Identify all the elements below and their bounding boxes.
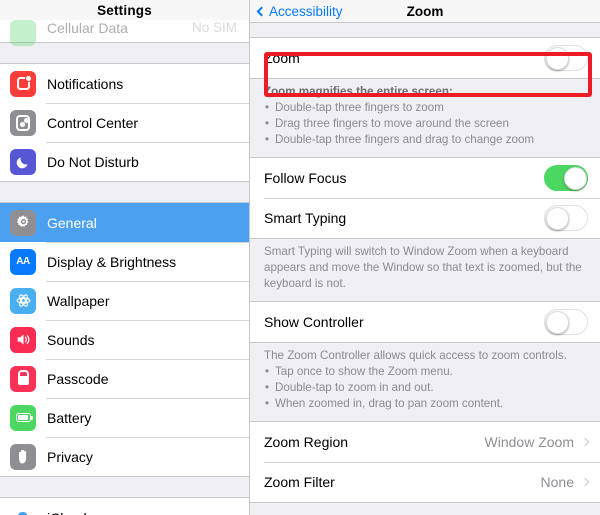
sidebar-item-general[interactable]: General <box>0 203 249 242</box>
privacy-hand-icon <box>10 443 36 470</box>
zoom-description-header: Zoom magnifies the entire screen: <box>264 85 453 98</box>
zoom-filter-value: None <box>540 474 574 490</box>
list-item: Double-tap three fingers to zoom <box>264 100 588 116</box>
controller-description: The Zoom Controller allows quick access … <box>250 343 600 421</box>
sidebar-item-privacy[interactable]: Privacy <box>0 437 249 476</box>
follow-focus-toggle[interactable] <box>544 165 588 191</box>
sidebar-item-label: Display & Brightness <box>47 253 177 270</box>
settings-sidebar: Settings Cellular Data No SIM Notificati… <box>0 0 250 515</box>
sidebar-item-passcode[interactable]: Passcode <box>0 359 249 398</box>
sidebar-item-icloud[interactable]: iCloud <box>0 498 249 515</box>
wallpaper-icon <box>10 287 36 314</box>
sidebar-item-label: Wallpaper <box>47 292 110 309</box>
show-controller-row[interactable]: Show Controller <box>250 302 600 342</box>
follow-focus-label: Follow Focus <box>264 170 347 186</box>
sounds-icon <box>10 326 36 353</box>
list-item: Double-tap to zoom in and out. <box>264 380 588 396</box>
sidebar-item-label: Do Not Disturb <box>47 153 139 170</box>
sidebar-item-battery[interactable]: Battery <box>0 398 249 437</box>
smart-typing-toggle[interactable] <box>544 205 588 231</box>
zoom-filter-row[interactable]: Zoom Filter None <box>250 462 600 502</box>
zoom-detail-pane: Accessibility Zoom Zoom Zoom magnifies t… <box>250 0 600 515</box>
show-controller-toggle[interactable] <box>544 309 588 335</box>
sidebar-group-3: iCloud <box>0 498 249 515</box>
follow-focus-row[interactable]: Follow Focus <box>250 158 600 198</box>
show-controller-label: Show Controller <box>264 314 364 330</box>
sidebar-item-label: Battery <box>47 409 92 426</box>
gear-icon <box>10 209 36 236</box>
sidebar-item-notifications[interactable]: Notifications <box>0 64 249 103</box>
back-button[interactable]: Accessibility <box>256 3 343 19</box>
page-title: Settings <box>97 2 152 18</box>
zoom-card: Zoom <box>250 37 600 79</box>
sidebar-item-label: Sounds <box>47 331 95 348</box>
zoom-description-bullets: Double-tap three fingers to zoom Drag th… <box>264 100 588 148</box>
sidebar-item-wallpaper[interactable]: Wallpaper <box>0 281 249 320</box>
back-button-label: Accessibility <box>269 3 343 19</box>
sidebar-item-do-not-disturb[interactable]: Do Not Disturb <box>0 142 249 181</box>
chevron-right-icon <box>580 437 590 447</box>
notifications-icon <box>10 70 36 97</box>
list-item: Double-tap three fingers and drag to cha… <box>264 132 588 148</box>
sidebar-item-cellular-data[interactable]: Cellular Data No SIM <box>0 20 249 46</box>
controller-description-header: The Zoom Controller allows quick access … <box>264 349 567 362</box>
zoom-options-card: Zoom Region Window Zoom Zoom Filter None <box>250 421 600 503</box>
sidebar-item-label: General <box>47 214 97 231</box>
smart-typing-label: Smart Typing <box>264 210 347 226</box>
focus-card: Follow Focus Smart Typing <box>250 157 600 239</box>
zoom-region-row[interactable]: Zoom Region Window Zoom <box>250 422 600 462</box>
zoom-description: Zoom magnifies the entire screen: Double… <box>250 79 600 157</box>
smart-typing-row[interactable]: Smart Typing <box>250 198 600 238</box>
detail-navigation-bar: Accessibility Zoom <box>250 0 600 23</box>
icloud-icon <box>10 504 36 515</box>
chevron-right-icon <box>580 477 590 487</box>
sidebar-item-label: iCloud <box>47 510 87 515</box>
sidebar-divider-2 <box>0 181 249 203</box>
list-item: Tap once to show the Zoom menu. <box>264 364 588 380</box>
zoom-filter-label: Zoom Filter <box>264 474 335 490</box>
sidebar-item-label: Control Center <box>47 114 139 131</box>
sidebar-group-partial: Cellular Data No SIM <box>0 20 249 46</box>
sidebar-item-value: No SIM <box>191 20 237 35</box>
controller-card: Show Controller <box>250 301 600 343</box>
sidebar-group-2: General AA Display & Brightness Wallpape… <box>0 203 249 476</box>
display-brightness-icon: AA <box>10 248 36 275</box>
zoom-region-value: Window Zoom <box>484 434 574 450</box>
lock-icon <box>10 365 36 392</box>
do-not-disturb-icon <box>10 148 36 175</box>
top-spacer <box>250 23 600 37</box>
zoom-row-label: Zoom <box>264 50 300 66</box>
list-item: Drag three fingers to move around the sc… <box>264 116 588 132</box>
sidebar-item-label: Privacy <box>47 448 93 465</box>
chevron-left-icon <box>256 6 267 16</box>
list-item: When zoomed in, drag to pan zoom content… <box>264 396 588 412</box>
sidebar-divider-3 <box>0 476 249 498</box>
smart-typing-description: Smart Typing will switch to Window Zoom … <box>264 245 582 290</box>
zoom-toggle-row[interactable]: Zoom <box>250 38 600 78</box>
zoom-region-label: Zoom Region <box>264 434 349 450</box>
sidebar-item-label: Notifications <box>47 75 124 92</box>
cellular-icon <box>10 20 36 46</box>
controller-description-bullets: Tap once to show the Zoom menu. Double-t… <box>264 364 588 412</box>
battery-icon <box>10 404 36 431</box>
control-center-icon <box>10 109 36 136</box>
sidebar-item-sounds[interactable]: Sounds <box>0 320 249 359</box>
sidebar-item-label: Cellular Data <box>47 20 128 36</box>
zoom-toggle[interactable] <box>544 45 588 71</box>
sidebar-header: Settings <box>0 0 249 20</box>
sidebar-item-display-brightness[interactable]: AA Display & Brightness <box>0 242 249 281</box>
sidebar-group-1: Notifications Control Center Do Not Dist… <box>0 64 249 181</box>
sidebar-item-control-center[interactable]: Control Center <box>0 103 249 142</box>
sidebar-divider-1 <box>0 42 249 64</box>
ios-settings-screen: Settings Cellular Data No SIM Notificati… <box>0 0 600 515</box>
sidebar-item-label: Passcode <box>47 370 109 387</box>
